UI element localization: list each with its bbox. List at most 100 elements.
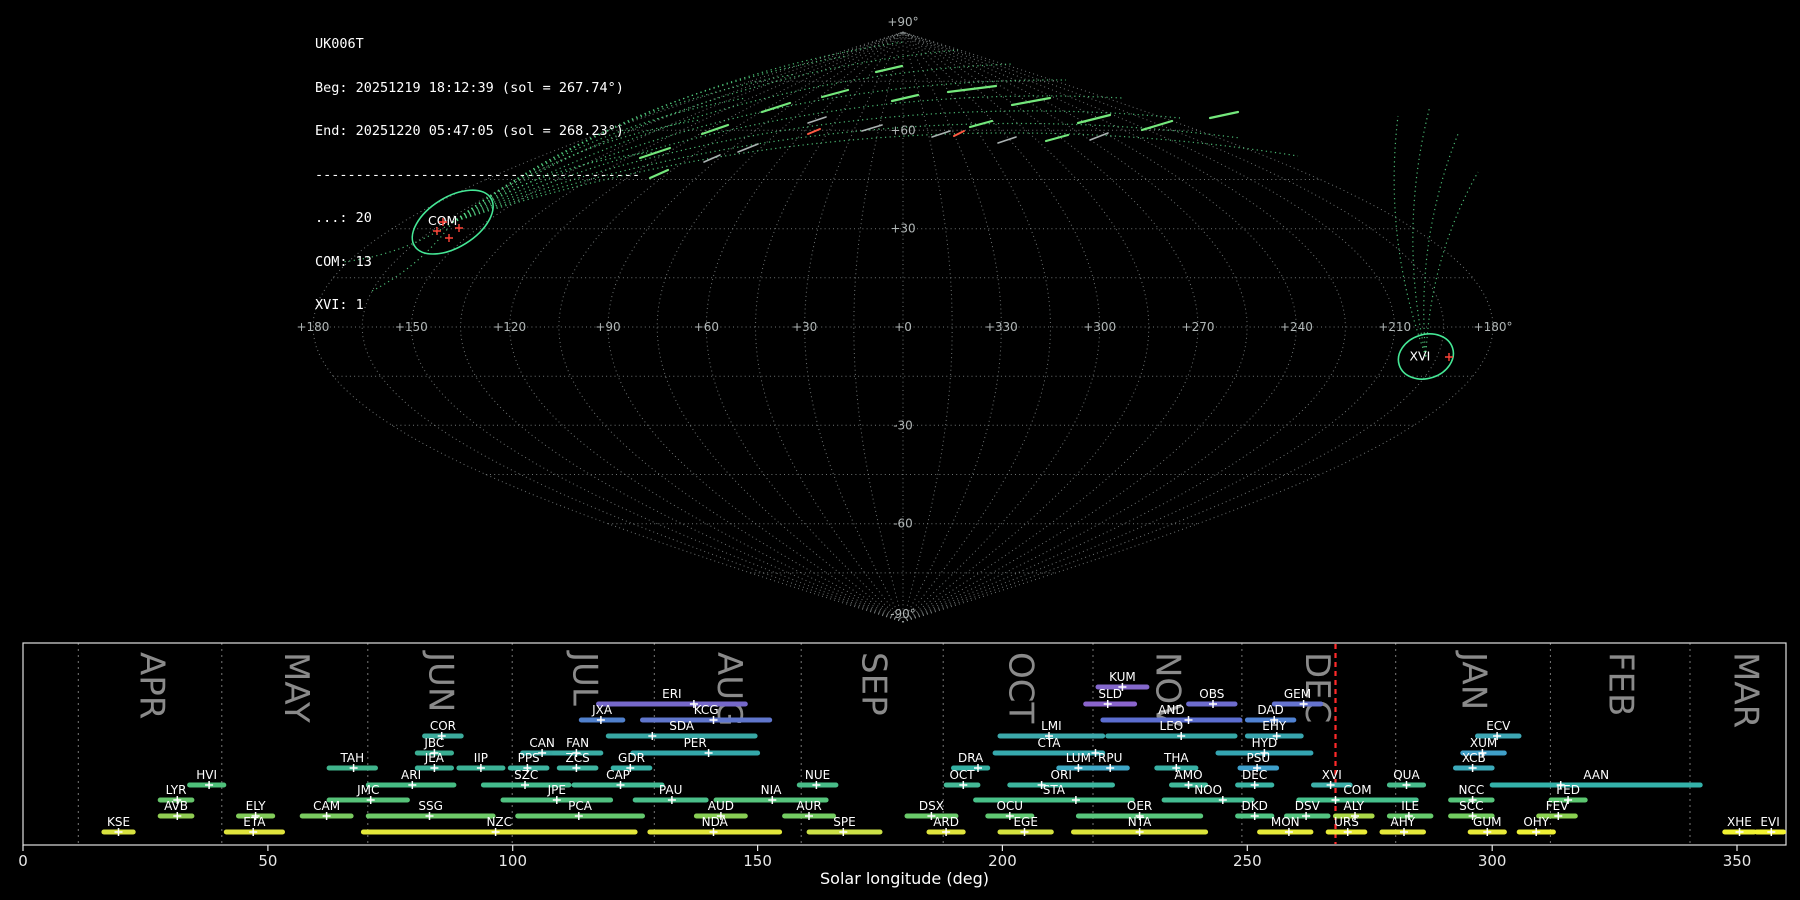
svg-text:MON: MON: [1271, 815, 1300, 829]
svg-text:CTA: CTA: [1037, 736, 1061, 750]
svg-text:FEB: FEB: [1601, 652, 1641, 716]
svg-text:PPS: PPS: [518, 751, 540, 765]
shower-peak-marker: [425, 812, 434, 820]
svg-text:200: 200: [988, 852, 1017, 870]
svg-text:THA: THA: [1163, 751, 1189, 765]
svg-text:JEA: JEA: [424, 751, 445, 765]
svg-text:+60: +60: [694, 320, 719, 334]
svg-text:MAR: MAR: [1725, 652, 1765, 728]
svg-text:OBS: OBS: [1199, 687, 1224, 701]
svg-text:ZCS: ZCS: [566, 751, 590, 765]
shower-peak-marker: [491, 828, 500, 836]
svg-text:LEO: LEO: [1160, 719, 1184, 733]
svg-text:+240: +240: [1280, 320, 1313, 334]
shower-peak-marker: [408, 781, 417, 789]
svg-text:NUE: NUE: [805, 768, 830, 782]
svg-text:MAY: MAY: [276, 652, 316, 723]
shower-peak-marker: [349, 764, 358, 772]
svg-text:150: 150: [743, 852, 772, 870]
svg-text:ARD: ARD: [933, 815, 959, 829]
shower-peak-marker: [1020, 828, 1029, 836]
svg-text:DSV: DSV: [1295, 799, 1321, 813]
svg-text:ALY: ALY: [1343, 799, 1364, 813]
svg-text:IIP: IIP: [474, 751, 488, 765]
svg-text:JUL: JUL: [565, 650, 605, 706]
shower-peak-marker: [1177, 732, 1186, 740]
svg-text:SLD: SLD: [1098, 687, 1122, 701]
svg-text:OCT: OCT: [1001, 652, 1041, 724]
svg-text:+90°: +90°: [887, 15, 918, 29]
shower-peak-marker: [1209, 700, 1217, 708]
shower-peak-marker: [521, 781, 529, 789]
shower-peak-marker: [704, 749, 713, 757]
svg-text:JMC: JMC: [356, 783, 379, 797]
shower-peak-marker: [572, 764, 581, 772]
shower-peak-marker: [1135, 828, 1144, 836]
svg-text:AVB: AVB: [164, 799, 188, 813]
svg-text:-90°: -90°: [890, 607, 916, 621]
svg-text:NDA: NDA: [702, 815, 729, 829]
svg-text:OHY: OHY: [1523, 815, 1549, 829]
shower-peak-marker: [1071, 796, 1080, 804]
svg-text:GEM: GEM: [1284, 687, 1311, 701]
shower-bar-kcg: [640, 717, 773, 723]
svg-text:+0: +0: [894, 320, 912, 334]
shower-peak-marker: [596, 716, 605, 724]
svg-text:PER: PER: [684, 736, 707, 750]
svg-text:CAP: CAP: [606, 768, 630, 782]
svg-text:NCC: NCC: [1458, 783, 1484, 797]
svg-text:AUD: AUD: [708, 799, 734, 813]
svg-text:XHE: XHE: [1727, 815, 1752, 829]
svg-text:QUA: QUA: [1393, 768, 1420, 782]
svg-text:JBC: JBC: [423, 736, 444, 750]
svg-text:250: 250: [1233, 852, 1262, 870]
count-com: COM: 13: [315, 253, 372, 270]
svg-text:KUM: KUM: [1109, 670, 1136, 684]
shower-peak-marker: [1250, 781, 1259, 789]
shower-peak-marker: [1103, 700, 1112, 708]
shower-peak-marker: [805, 812, 813, 820]
shower-bar-per: [630, 750, 761, 756]
svg-text:+210: +210: [1378, 320, 1411, 334]
svg-text:SCC: SCC: [1459, 799, 1483, 813]
svg-text:URS: URS: [1334, 815, 1359, 829]
radiant-plot-screen: COM XVI +180 +150 +120 +90 +60 +30 +0 +330 +300 +27…: [0, 0, 1800, 900]
svg-text:+60: +60: [890, 123, 915, 137]
svg-text:LMI: LMI: [1041, 719, 1062, 733]
svg-text:NTA: NTA: [1128, 815, 1152, 829]
svg-text:PAU: PAU: [659, 783, 682, 797]
svg-text:APR: APR: [131, 652, 171, 719]
svg-text:SPE: SPE: [833, 815, 855, 829]
svg-text:AUR: AUR: [796, 799, 821, 813]
svg-text:KSE: KSE: [107, 815, 130, 829]
shower-peak-marker: [1532, 828, 1541, 836]
shower-peak-marker: [1218, 796, 1227, 804]
svg-text:AHY: AHY: [1391, 815, 1416, 829]
shower-peak-marker: [812, 781, 821, 789]
svg-text:NOO: NOO: [1194, 783, 1222, 797]
svg-text:ORI: ORI: [1051, 768, 1072, 782]
shower-peak-marker: [322, 812, 331, 820]
svg-text:EHY: EHY: [1262, 719, 1287, 733]
svg-text:JXA: JXA: [591, 703, 613, 717]
shower-peak-marker: [366, 796, 375, 804]
shower-peak-marker: [709, 828, 718, 836]
shower-peak-marker: [430, 764, 439, 772]
count-sporadic: ...: 20: [315, 210, 372, 226]
svg-text:DRA: DRA: [958, 751, 984, 765]
svg-text:LUM: LUM: [1066, 751, 1091, 765]
begin-time: Beg: 20251219 18:12:39 (sol = 267.74°): [315, 79, 624, 96]
svg-text:XCB: XCB: [1462, 751, 1486, 765]
svg-text:XUM: XUM: [1470, 736, 1497, 750]
shower-peak-marker: [1302, 812, 1311, 820]
svg-text:DAD: DAD: [1257, 703, 1283, 717]
svg-text:OER: OER: [1127, 799, 1152, 813]
shower-peak-marker: [173, 812, 182, 820]
shower-peak-marker: [1400, 828, 1408, 836]
shower-peak-marker: [1343, 828, 1352, 836]
svg-text:350: 350: [1723, 852, 1752, 870]
svg-text:ERI: ERI: [662, 687, 681, 701]
svg-text:+270: +270: [1182, 320, 1215, 334]
svg-text:DSX: DSX: [919, 799, 944, 813]
shower-peak-marker: [768, 796, 777, 804]
